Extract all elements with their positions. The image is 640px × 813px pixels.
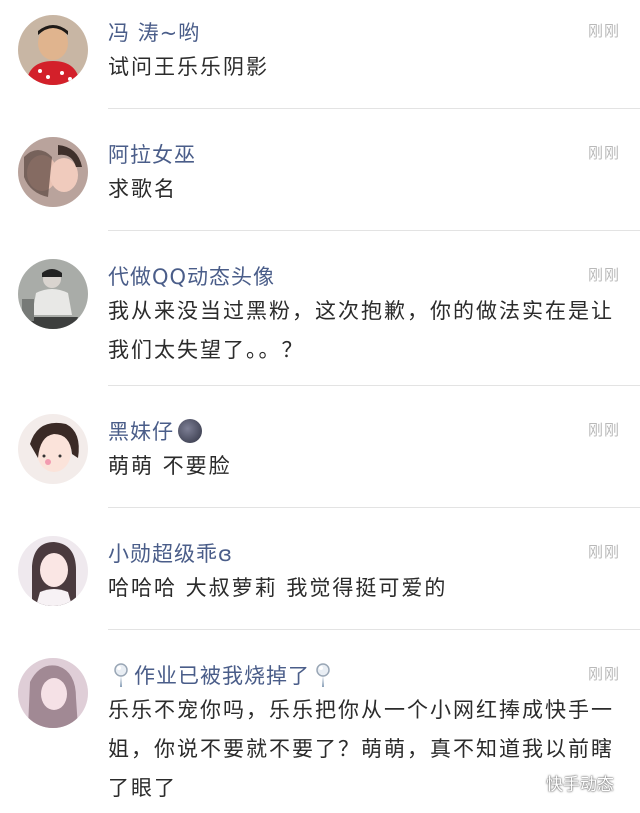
- comment-text: 求歌名: [108, 177, 177, 201]
- username[interactable]: 代做QQ动态头像: [108, 261, 275, 291]
- wechat-icon: [514, 772, 540, 792]
- timestamp: 刚刚: [587, 543, 620, 561]
- comment-item: 黑妹仔 刚刚 萌萌 不要脸: [0, 386, 640, 508]
- comment-item: 代做QQ动态头像 刚刚 我从来没当过黑粉，这次抱歉，你的做法实在是让我们太失望了…: [0, 231, 640, 386]
- comment-item: 作业已被我烧掉了 刚刚 乐乐不宠你吗，乐乐把你从一个小网红捧成快手一姐，你说不要…: [0, 630, 640, 800]
- pushpin-icon: [114, 663, 128, 687]
- comment-text: 萌萌 不要脸: [108, 454, 232, 478]
- comment-list: 冯 涛~哟 刚刚 试问王乐乐阴影 阿拉女巫 刚刚 求歌名 代做QQ动态头像 刚刚…: [0, 0, 640, 800]
- username-text: 黑妹仔: [108, 420, 174, 444]
- username[interactable]: 阿拉女巫: [108, 139, 196, 169]
- username-text: 作业已被我烧掉了: [134, 664, 310, 688]
- timestamp: 刚刚: [587, 266, 620, 284]
- watermark: 快手动态: [514, 770, 614, 795]
- username[interactable]: 冯 涛~哟: [108, 17, 200, 47]
- timestamp: 刚刚: [587, 665, 620, 683]
- comment-text: 哈哈哈 大叔萝莉 我觉得挺可爱的: [108, 576, 448, 600]
- username[interactable]: 小勋超级乖ɞ: [108, 538, 233, 568]
- user-avatar[interactable]: [18, 536, 88, 606]
- user-avatar[interactable]: [18, 15, 88, 85]
- timestamp: 刚刚: [587, 421, 620, 439]
- comment-item: 阿拉女巫 刚刚 求歌名: [0, 109, 640, 231]
- comment-item: 冯 涛~哟 刚刚 试问王乐乐阴影: [0, 0, 640, 109]
- comment-text: 我从来没当过黑粉，这次抱歉，你的做法实在是让我们太失望了。。？: [108, 299, 614, 362]
- username[interactable]: 黑妹仔: [108, 416, 202, 446]
- timestamp: 刚刚: [587, 144, 620, 162]
- user-avatar[interactable]: [18, 259, 88, 329]
- username[interactable]: 作业已被我烧掉了: [108, 660, 336, 690]
- user-avatar[interactable]: [18, 414, 88, 484]
- comment-item: 小勋超级乖ɞ 刚刚 哈哈哈 大叔萝莉 我觉得挺可爱的: [0, 508, 640, 630]
- new-moon-emoji-icon: [178, 419, 202, 443]
- user-avatar[interactable]: [18, 658, 88, 728]
- watermark-label: 快手动态: [546, 775, 614, 795]
- pushpin-icon: [316, 663, 330, 687]
- comment-text: 试问王乐乐阴影: [108, 55, 269, 79]
- user-avatar[interactable]: [18, 137, 88, 207]
- timestamp: 刚刚: [587, 22, 620, 40]
